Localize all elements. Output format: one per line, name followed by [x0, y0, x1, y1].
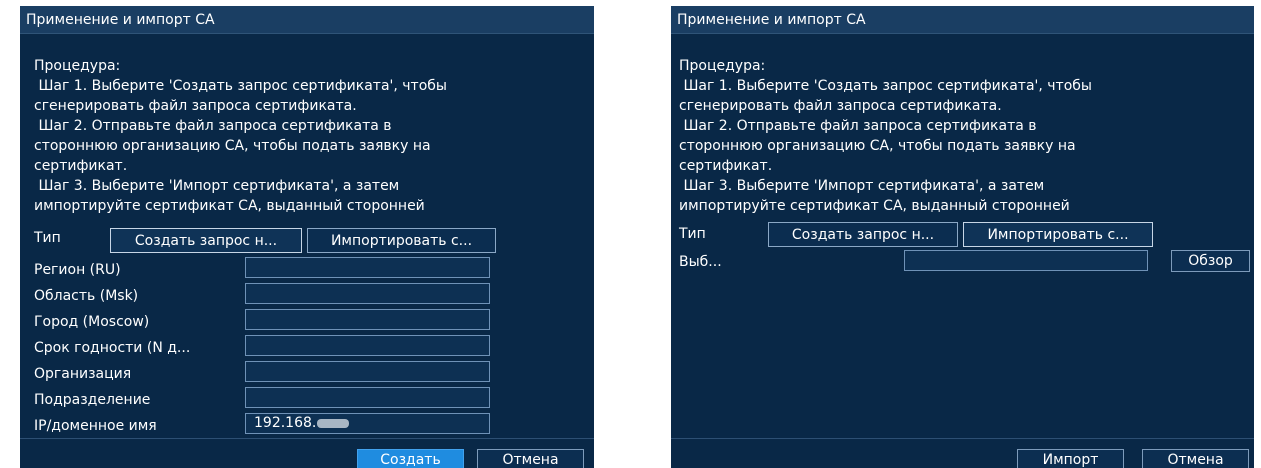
procedure-line: Шаг 3. Выберите 'Импорт сертификата', а … [34, 178, 400, 194]
redacted-blur [317, 418, 350, 428]
import-certificate-dialog: Применение и импорт CA Процедура: Шаг 1.… [671, 6, 1254, 468]
browse-button[interactable]: Обзор [1171, 250, 1250, 272]
procedure-line: Шаг 2. Отправьте файл запроса сертификат… [34, 118, 392, 134]
create-request-dialog: Применение и импорт CA Процедура: Шаг 1.… [20, 6, 594, 468]
procedure-line: сертификат. [34, 158, 128, 174]
procedure-line: сертификат. [679, 158, 773, 174]
dialog-titlebar: Применение и импорт CA [671, 6, 1254, 34]
oblast-label: Область (Msk) [34, 288, 139, 304]
department-label: Подразделение [34, 392, 151, 408]
cancel-button[interactable]: Отмена [477, 449, 584, 468]
footer-divider [20, 438, 594, 439]
region-input[interactable] [245, 257, 490, 278]
cancel-button[interactable]: Отмена [1142, 449, 1249, 468]
region-label: Регион (RU) [34, 262, 121, 278]
procedure-line: импортируйте сертификат CA, выданный сто… [34, 198, 425, 214]
organization-input[interactable] [245, 361, 490, 382]
ip-domain-value: 192.168. [254, 415, 317, 431]
procedure-line: Шаг 2. Отправьте файл запроса сертификат… [679, 118, 1037, 134]
tab-create-request[interactable]: Создать запрос н... [110, 228, 302, 253]
file-path-input[interactable] [904, 250, 1148, 271]
procedure-line: стороннюю организацию CA, чтобы подать з… [679, 138, 1076, 154]
ip-domain-input[interactable]: 192.168. [245, 413, 490, 434]
procedure-line: сгенерировать файл запроса сертификата. [34, 98, 357, 114]
organization-label: Организация [34, 366, 132, 382]
create-button[interactable]: Создать [357, 449, 464, 468]
city-label: Город (Moscow) [34, 314, 150, 330]
ip-domain-label: IP/доменное имя [34, 418, 157, 434]
procedure-line: импортируйте сертификат CA, выданный сто… [679, 198, 1070, 214]
procedure-line: Процедура: [34, 58, 121, 74]
dialog-title: Применение и импорт CA [26, 12, 215, 28]
tab-import-certificate[interactable]: Импортировать с... [963, 222, 1153, 247]
procedure-line: Шаг 3. Выберите 'Импорт сертификата', а … [679, 178, 1045, 194]
footer-divider [671, 438, 1254, 439]
procedure-line: Шаг 1. Выберите 'Создать запрос сертифик… [679, 78, 1092, 94]
procedure-line: сгенерировать файл запроса сертификата. [679, 98, 1002, 114]
import-button[interactable]: Импорт [1017, 449, 1124, 468]
city-input[interactable] [245, 309, 490, 330]
procedure-line: Шаг 1. Выберите 'Создать запрос сертифик… [34, 78, 447, 94]
procedure-line: Процедура: [679, 58, 766, 74]
dialog-title: Применение и импорт CA [677, 12, 866, 28]
procedure-text: Процедура: Шаг 1. Выберите 'Создать запр… [34, 56, 447, 216]
tab-create-request[interactable]: Создать запрос н... [768, 222, 958, 247]
validity-input[interactable] [245, 335, 490, 356]
type-label: Тип [34, 230, 61, 246]
procedure-line: стороннюю организацию CA, чтобы подать з… [34, 138, 431, 154]
oblast-input[interactable] [245, 283, 490, 304]
department-input[interactable] [245, 387, 490, 408]
validity-label: Срок годности (N д... [34, 340, 191, 356]
tab-import-certificate[interactable]: Импортировать с... [307, 228, 496, 253]
dialog-titlebar: Применение и импорт CA [20, 6, 594, 34]
select-file-label: Выб... [679, 254, 722, 270]
procedure-text: Процедура: Шаг 1. Выберите 'Создать запр… [679, 56, 1092, 216]
type-label: Тип [679, 226, 706, 242]
